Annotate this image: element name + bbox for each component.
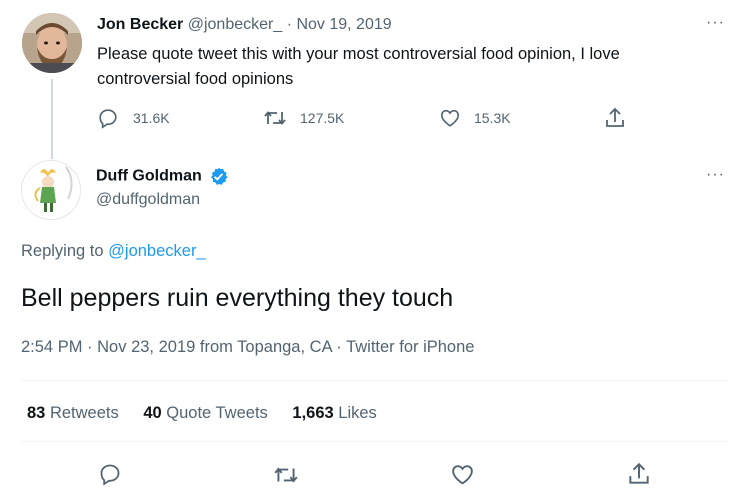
parent-tweet-header: Jon Becker @jonbecker_ · Nov 19, 2019	[97, 16, 392, 34]
main-author-block: Duff Goldman	[96, 166, 229, 187]
parent-tweet-text: Please quote tweet this with your most c…	[97, 45, 620, 88]
replying-to-line: Replying to @jonbecker_	[21, 242, 206, 261]
divider	[21, 380, 729, 381]
retweet-action[interactable]: 127.5K	[263, 107, 344, 129]
replying-to-handle[interactable]: @jonbecker_	[108, 242, 205, 260]
main-more-options-icon[interactable]: ···	[706, 167, 725, 183]
bearded-man-avatar-icon	[22, 13, 82, 73]
retweets-stat[interactable]: 83 Retweets	[27, 404, 119, 422]
parent-avatar[interactable]	[22, 13, 82, 73]
reply-count: 31.6K	[133, 110, 170, 126]
quotes-count: 40	[143, 404, 162, 422]
tweet-location[interactable]: from Topanga, CA	[200, 338, 332, 356]
meta-dot: ·	[336, 338, 342, 356]
retweets-label: Retweets	[49, 404, 119, 422]
quotes-label: Quote Tweets	[166, 404, 268, 422]
main-reply-button[interactable]	[98, 462, 122, 486]
main-share-button[interactable]	[627, 461, 651, 487]
retweet-icon[interactable]	[273, 463, 299, 487]
parent-author-name[interactable]: Jon Becker	[97, 16, 183, 33]
engagement-stats: 83 Retweets 40 Quote Tweets 1,663 Likes	[27, 404, 377, 423]
main-author-name[interactable]: Duff Goldman	[96, 168, 202, 185]
reply-action[interactable]: 31.6K	[97, 107, 170, 129]
parent-author-handle[interactable]: @jonbecker_	[188, 16, 283, 33]
tweet-time[interactable]: 2:54 PM	[21, 338, 82, 356]
replying-prefix: Replying to	[21, 242, 104, 260]
like-count: 15.3K	[474, 110, 511, 126]
retweet-icon[interactable]	[263, 107, 287, 129]
meta-dot: ·	[87, 338, 93, 356]
heart-icon[interactable]	[439, 107, 461, 129]
verified-badge-icon	[208, 166, 229, 187]
main-avatar[interactable]	[21, 160, 81, 220]
likes-count: 1,663	[292, 404, 334, 422]
likes-stat[interactable]: 1,663 Likes	[292, 404, 376, 422]
share-icon[interactable]	[604, 106, 626, 130]
main-retweet-button[interactable]	[273, 463, 299, 487]
share-icon[interactable]	[627, 461, 651, 487]
header-separator: ·	[286, 16, 293, 33]
cartoon-prince-avatar-icon	[22, 161, 80, 219]
main-author-handle[interactable]: @duffgoldman	[96, 191, 200, 209]
retweet-count: 127.5K	[300, 110, 345, 126]
tweet-meta-line: 2:54 PM · Nov 23, 2019 from Topanga, CA …	[21, 338, 474, 357]
reply-icon[interactable]	[97, 107, 119, 129]
share-action[interactable]	[604, 106, 626, 130]
parent-tweet-date[interactable]: Nov 19, 2019	[296, 16, 391, 33]
likes-label: Likes	[338, 404, 377, 422]
tweet-source[interactable]: Twitter for iPhone	[346, 338, 474, 356]
quotes-stat[interactable]: 40 Quote Tweets	[143, 404, 267, 422]
reply-icon[interactable]	[98, 462, 122, 486]
main-like-button[interactable]	[450, 462, 475, 487]
heart-icon[interactable]	[450, 462, 475, 487]
parent-more-options-icon[interactable]: ···	[706, 15, 725, 31]
like-action[interactable]: 15.3K	[439, 107, 511, 129]
divider	[21, 441, 729, 442]
tweet-date[interactable]: Nov 23, 2019	[97, 338, 195, 356]
retweets-count: 83	[27, 404, 46, 422]
thread-connector-line	[51, 79, 53, 159]
main-tweet-text: Bell peppers ruin everything they touch	[21, 284, 454, 312]
